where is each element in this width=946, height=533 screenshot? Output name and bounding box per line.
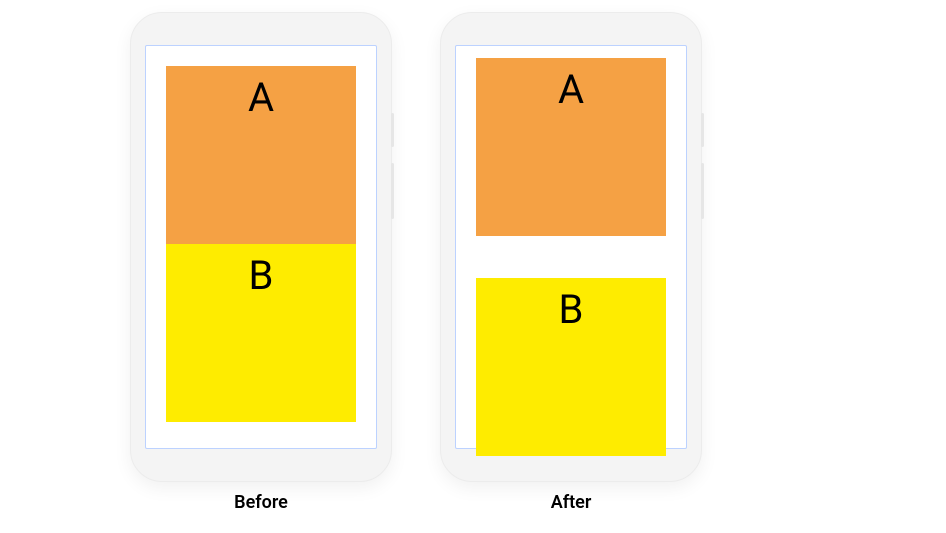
box-a: A <box>166 66 356 244</box>
caption-before: Before <box>234 492 288 513</box>
before-column: A B Before <box>130 12 392 513</box>
box-b: B <box>166 244 356 422</box>
phone-mockup-before: A B <box>130 12 392 482</box>
phone-screen-before: A B <box>145 45 377 449</box>
caption-after: After <box>551 492 592 513</box>
after-column: A B After <box>440 12 702 513</box>
box-a: A <box>476 58 666 236</box>
comparison-diagram: A B Before A B After <box>0 0 946 533</box>
phone-mockup-after: A B <box>440 12 702 482</box>
box-b: B <box>476 278 666 456</box>
phone-screen-after: A B <box>455 45 687 449</box>
